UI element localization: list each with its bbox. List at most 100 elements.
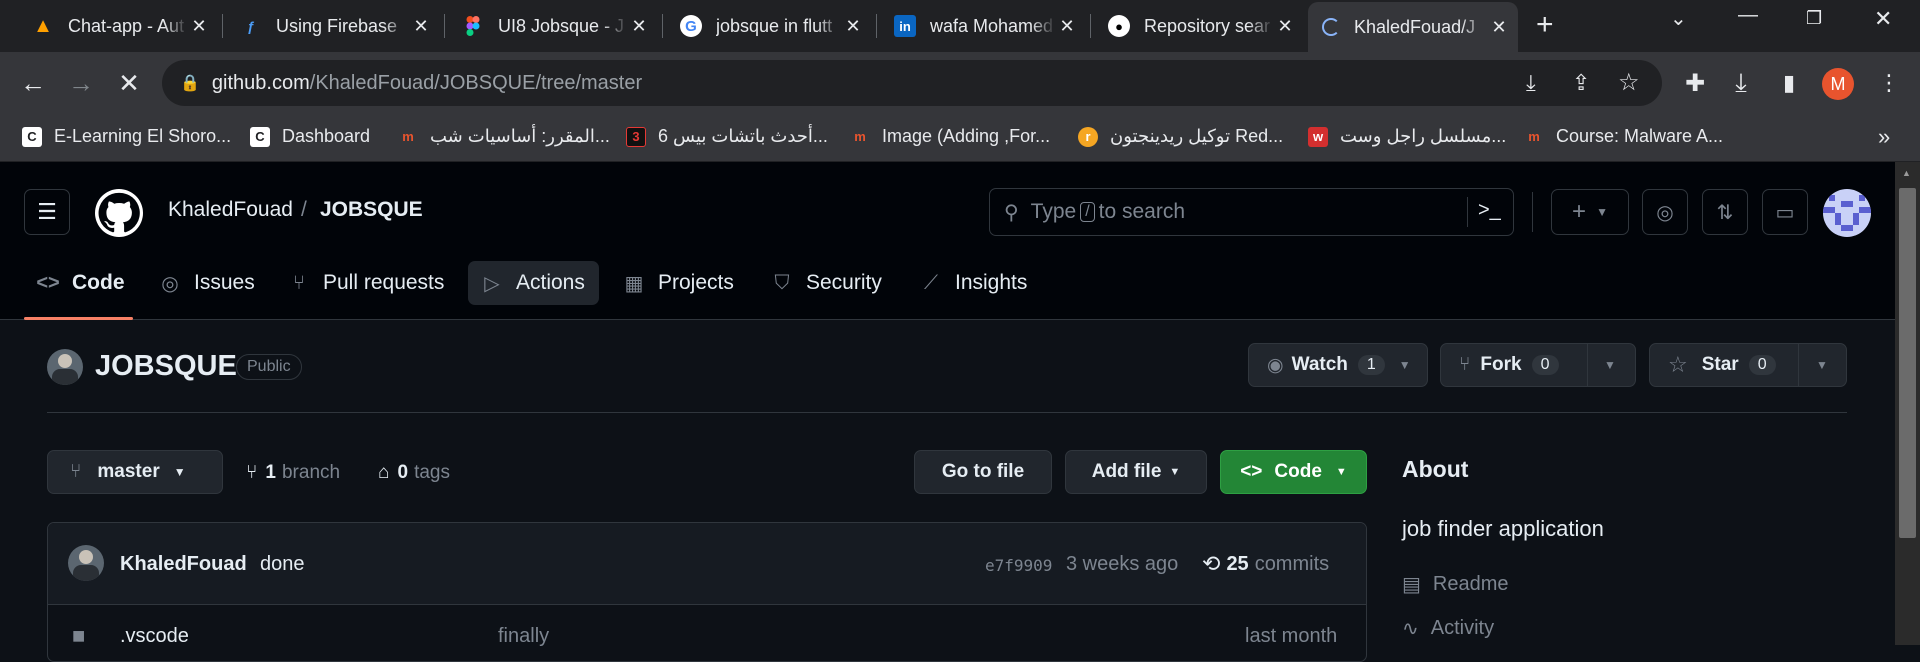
readme-link[interactable]: ▤ Readme [1402, 572, 1509, 597]
folder-icon: ■ [72, 623, 86, 648]
branch-select[interactable]: ⑂ master ▼ [47, 450, 223, 494]
issues-icon[interactable]: ◎ [1642, 189, 1688, 235]
window-close-icon[interactable]: ✕ [1874, 6, 1892, 32]
share-icon[interactable]: ⇪ [1572, 70, 1590, 96]
close-icon[interactable]: ✕ [188, 16, 210, 37]
tab-code[interactable]: <> Code [24, 261, 137, 305]
inbox-icon[interactable]: ▭ [1762, 189, 1808, 235]
commit-message-link[interactable]: done [260, 553, 305, 576]
back-arrow-icon[interactable]: ← [16, 66, 50, 100]
pull-requests-icon[interactable]: ⇅ [1702, 189, 1748, 235]
minimize-icon[interactable]: — [1738, 4, 1758, 27]
commit-author-avatar[interactable] [68, 545, 104, 581]
tab-search-chevron-icon[interactable]: ⌄ [1670, 6, 1687, 31]
repo-title[interactable]: JOBSQUE [95, 350, 237, 383]
github-header: ☰ KhaledFouad / JOBSQUE ⚲ Type / to sear… [0, 162, 1895, 320]
create-new-button[interactable]: + ▼ [1551, 189, 1629, 235]
close-icon[interactable]: ✕ [1274, 16, 1296, 37]
bookmark-item[interactable]: r توكيل ريدينجتون Red... [1078, 126, 1283, 147]
tab-issues[interactable]: ◎ Issues [146, 261, 267, 305]
menu-kebab-icon[interactable]: ⋮ [1872, 66, 1906, 100]
close-icon[interactable]: ✕ [628, 16, 650, 37]
hamburger-menu-icon[interactable]: ☰ [24, 189, 70, 235]
search-input[interactable]: ⚲ Type / to search >_ [989, 188, 1514, 236]
branches-link[interactable]: ⑂ 1 branch [246, 462, 340, 484]
commit-author-link[interactable]: KhaledFouad [120, 553, 247, 576]
stop-loading-icon[interactable]: ✕ [112, 66, 146, 100]
close-icon[interactable]: ✕ [1488, 17, 1510, 38]
repo-owner-link[interactable]: KhaledFouad [168, 198, 293, 222]
add-file-button[interactable]: Add file ▼ [1065, 450, 1207, 494]
tab-pull-requests[interactable]: ⑂ Pull requests [275, 261, 456, 305]
tab-insights[interactable]: ⟋ Insights [907, 261, 1039, 305]
new-tab-button[interactable]: + [1536, 8, 1554, 42]
browser-tab[interactable]: ƒ Using Firebase ✕ [226, 8, 440, 44]
code-clone-button[interactable]: <> Code ▼ [1220, 450, 1367, 494]
browser-tab[interactable]: ▲ Chat-app - Aut ✕ [18, 8, 218, 44]
browser-tab-active[interactable]: KhaledFouad/J ✕ [1308, 2, 1518, 52]
bookmark-item[interactable]: 3 أحدث باتشات بيس 6... [626, 126, 828, 147]
table-row[interactable]: ■ .vscode finally last month [48, 605, 1366, 661]
fork-button[interactable]: ⑂ Fork 0 ▼ [1440, 343, 1636, 387]
bookmark-item[interactable]: w مسلسل راجل وست... [1308, 126, 1506, 147]
browser-tab[interactable]: UI8 Jobsque - J ✕ [448, 8, 658, 44]
play-icon: ▷ [484, 272, 500, 295]
pes-icon: 3 [626, 126, 646, 147]
owner-avatar[interactable] [47, 349, 83, 385]
repo-name-link[interactable]: JOBSQUE [320, 198, 423, 222]
code-icon: <> [1240, 461, 1263, 482]
search-divider [1467, 197, 1468, 227]
book-icon: ▤ [1402, 574, 1421, 596]
watch-button[interactable]: ◉ Watch 1 ▼ [1248, 343, 1428, 387]
divider [47, 412, 1847, 413]
bookmarks-overflow-button[interactable]: » [1878, 124, 1890, 150]
extensions-icon[interactable]: ✚ [1678, 66, 1712, 100]
profile-avatar[interactable]: M [1822, 68, 1854, 100]
commits-link[interactable]: ⟲ 25 commits [1202, 551, 1329, 577]
go-to-file-button[interactable]: Go to file [914, 450, 1052, 494]
tab-security[interactable]: ⛉ Security [758, 261, 894, 305]
bookmark-item[interactable]: C E-Learning El Shoro... [22, 126, 231, 147]
github-logo-icon[interactable] [95, 189, 143, 237]
firebase-icon: ▲ [33, 14, 53, 37]
tags-link[interactable]: ⌂ 0 tags [378, 462, 450, 484]
bookmark-item[interactable]: C Dashboard [250, 126, 370, 147]
scroll-up-arrow-icon[interactable]: ▲ [1902, 168, 1911, 178]
flutterflow-icon: ƒ [247, 18, 255, 34]
close-icon[interactable]: ✕ [410, 16, 432, 37]
caret-down-icon: ▼ [1169, 466, 1181, 478]
install-icon[interactable]: ⤓ [1526, 70, 1536, 96]
caret-down-icon[interactable]: ▼ [1816, 358, 1828, 372]
browser-tab[interactable]: in wafa Mohamed ✕ [880, 8, 1086, 44]
bookmark-star-icon[interactable]: ☆ [1618, 68, 1640, 97]
close-icon[interactable]: ✕ [1056, 16, 1078, 37]
tab-separator [662, 14, 663, 38]
address-bar[interactable]: 🔒 github.com/KhaledFouad/JOBSQUE/tree/ma… [162, 60, 1662, 106]
side-panel-icon[interactable]: ▮ [1772, 66, 1806, 100]
about-heading: About [1402, 456, 1469, 482]
breadcrumb-separator: / [301, 198, 307, 221]
caret-down-icon[interactable]: ▼ [1604, 358, 1616, 372]
bookmark-item[interactable]: m Course: Malware A... [1524, 126, 1723, 147]
restore-icon[interactable]: ❐ [1806, 8, 1822, 29]
bookmark-item[interactable]: m Image (Adding ,For... [850, 126, 1050, 147]
user-avatar[interactable] [1823, 189, 1871, 237]
activity-link[interactable]: ∿ Activity [1402, 616, 1494, 641]
issue-icon: ◎ [161, 272, 179, 295]
tab-projects[interactable]: ▦ Projects [610, 261, 746, 305]
commit-sha-link[interactable]: e7f9909 [985, 556, 1052, 575]
browser-tab[interactable]: ● Repository sear ✕ [1094, 8, 1304, 44]
scrollbar-thumb[interactable] [1899, 188, 1916, 538]
browser-tab[interactable]: G jobsque in flutt ✕ [666, 8, 872, 44]
tag-icon: ⌂ [378, 462, 390, 483]
close-icon[interactable]: ✕ [842, 16, 864, 37]
forward-arrow-icon[interactable]: → [64, 66, 98, 100]
branch-icon: ⑂ [70, 461, 82, 482]
bookmark-item[interactable]: m المقرر: أساسيات شب... [398, 126, 610, 147]
star-count: 0 [1748, 355, 1776, 375]
star-button[interactable]: ☆ Star 0 ▼ [1649, 343, 1847, 387]
download-icon[interactable]: ⤓ [1724, 66, 1758, 100]
caret-down-icon: ▼ [1596, 205, 1608, 219]
tab-actions[interactable]: ▷ Actions [468, 261, 599, 305]
command-palette-icon[interactable]: >_ [1478, 199, 1501, 222]
